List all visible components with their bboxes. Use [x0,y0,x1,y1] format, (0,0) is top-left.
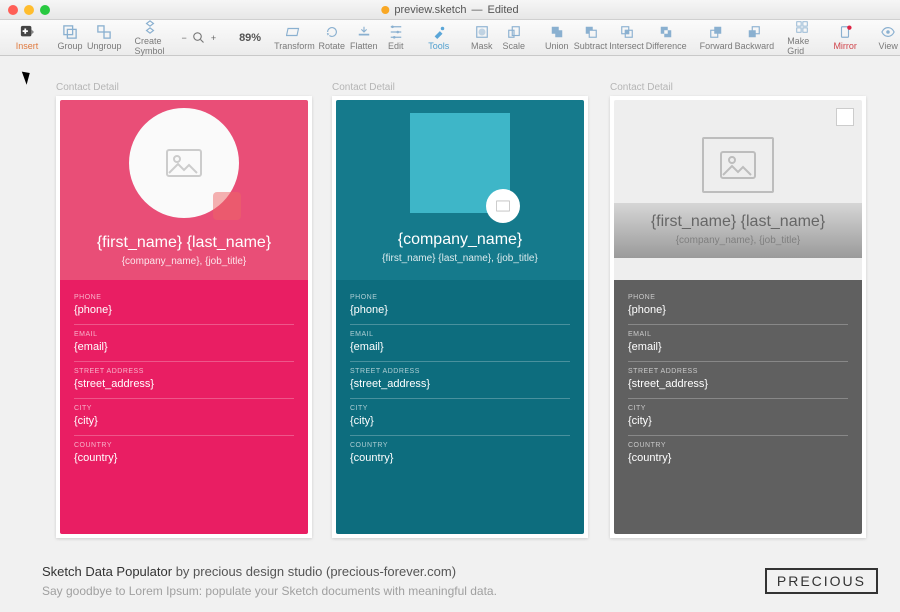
card-body: PHONE{phone} EMAIL{email} STREET ADDRESS… [336,280,584,534]
window-titlebar: preview.sketch — Edited [0,0,900,20]
field-country: COUNTRY{country} [74,436,294,472]
badge-icon [213,192,241,220]
footer: Sketch Data Populator by precious design… [0,552,900,612]
card-subline: {company_name}, {job_title} [122,256,247,267]
footer-byline: by precious design studio (precious-fore… [172,564,456,579]
field-address: STREET ADDRESS{street_address} [350,362,570,399]
forward-button[interactable]: Forward [700,25,733,51]
field-email: EMAIL{email} [350,325,570,362]
window-controls[interactable] [8,5,50,15]
avatar-placeholder [410,113,510,213]
ungroup-button[interactable]: Ungroup [87,25,122,51]
intersect-button[interactable]: Intersect [609,25,644,51]
field-phone: PHONE{phone} [74,288,294,325]
subtract-button[interactable]: Subtract [574,25,608,51]
window-title: preview.sketch — Edited [381,4,518,16]
corner-icon [836,108,854,126]
zoom-out-icon[interactable]: − [182,33,187,43]
artboard-contact-grey[interactable]: {first_name} {last_name} {company_name},… [610,96,866,538]
group-button[interactable]: Group [55,25,85,51]
zoom-icon[interactable] [40,5,50,15]
field-country: COUNTRY{country} [350,436,570,472]
make-grid-button[interactable]: Make Grid [787,20,817,56]
footer-title: Sketch Data Populator [42,564,172,579]
image-icon [720,151,756,179]
field-city: CITY{city} [74,399,294,436]
footer-tagline: Say goodbye to Lorem Ipsum: populate you… [42,582,497,600]
badge-icon [486,189,520,223]
artboard-label[interactable]: Contact Detail [56,82,119,93]
document-icon [381,6,389,14]
union-button[interactable]: Union [542,25,572,51]
canvas[interactable]: Contact Detail Contact Detail Contact De… [0,56,900,552]
toolbar: Insert Group Ungroup Create Symbol − + 8… [0,20,900,56]
field-address: STREET ADDRESS{street_address} [628,362,848,399]
field-phone: PHONE{phone} [350,288,570,325]
card-header: {first_name} {last_name} {company_name},… [614,100,862,280]
zoom-in-icon[interactable]: + [211,33,216,43]
card-subline: {company_name}, {job_title} [614,235,862,246]
insert-button[interactable]: Insert [12,25,42,51]
card-body: PHONE{phone} EMAIL{email} STREET ADDRESS… [614,280,862,534]
avatar-placeholder [702,137,774,193]
artboard-label[interactable]: Contact Detail [610,82,673,93]
field-email: EMAIL{email} [628,325,848,362]
field-city: CITY{city} [628,399,848,436]
card-header: {company_name} {first_name} {last_name},… [336,100,584,280]
card-header: {first_name} {last_name} {company_name},… [60,100,308,280]
card-headline: {first_name} {last_name} [97,234,271,252]
brand-logo: PRECIOUS [765,568,878,594]
footer-text: Sketch Data Populator by precious design… [42,562,497,600]
mirror-button[interactable]: Mirror [830,25,860,51]
create-symbol-button[interactable]: Create Symbol [135,20,165,56]
card-headline: {company_name} [398,231,523,249]
flatten-button[interactable]: Flatten [349,25,379,51]
artboard-label[interactable]: Contact Detail [332,82,395,93]
scale-button[interactable]: Scale [499,25,529,51]
field-phone: PHONE{phone} [628,288,848,325]
mask-button[interactable]: Mask [467,25,497,51]
field-address: STREET ADDRESS{street_address} [74,362,294,399]
edit-button[interactable]: Edit [381,25,411,51]
card: {first_name} {last_name} {company_name},… [614,100,862,534]
avatar-placeholder [129,108,239,218]
zoom-percent[interactable]: 89% [232,32,268,44]
field-email: EMAIL{email} [74,325,294,362]
card: {company_name} {first_name} {last_name},… [336,100,584,534]
field-city: CITY{city} [350,399,570,436]
card: {first_name} {last_name} {company_name},… [60,100,308,534]
image-icon [166,149,202,177]
view-button[interactable]: View [873,25,900,51]
field-country: COUNTRY{country} [628,436,848,472]
zoom-controls[interactable]: − + [172,32,233,44]
difference-button[interactable]: Difference [646,25,687,51]
document-name: preview.sketch [394,4,466,16]
document-state: Edited [487,4,518,16]
rotate-button[interactable]: Rotate [317,25,347,51]
card-body: PHONE{phone} EMAIL{email} STREET ADDRESS… [60,280,308,534]
transform-button[interactable]: Transform [274,25,315,51]
artboard-contact-teal[interactable]: {company_name} {first_name} {last_name},… [332,96,588,538]
minimize-icon[interactable] [24,5,34,15]
card-headline: {first_name} {last_name} [614,213,862,231]
close-icon[interactable] [8,5,18,15]
card-subline: {first_name} {last_name}, {job_title} [382,253,538,264]
backward-button[interactable]: Backward [735,25,775,51]
artboard-contact-pink[interactable]: {first_name} {last_name} {company_name},… [56,96,312,538]
document-state-sep: — [471,4,482,16]
cursor-icon [22,69,33,85]
zoom-lens-icon[interactable] [193,32,205,44]
tools-button[interactable]: Tools [424,25,454,51]
